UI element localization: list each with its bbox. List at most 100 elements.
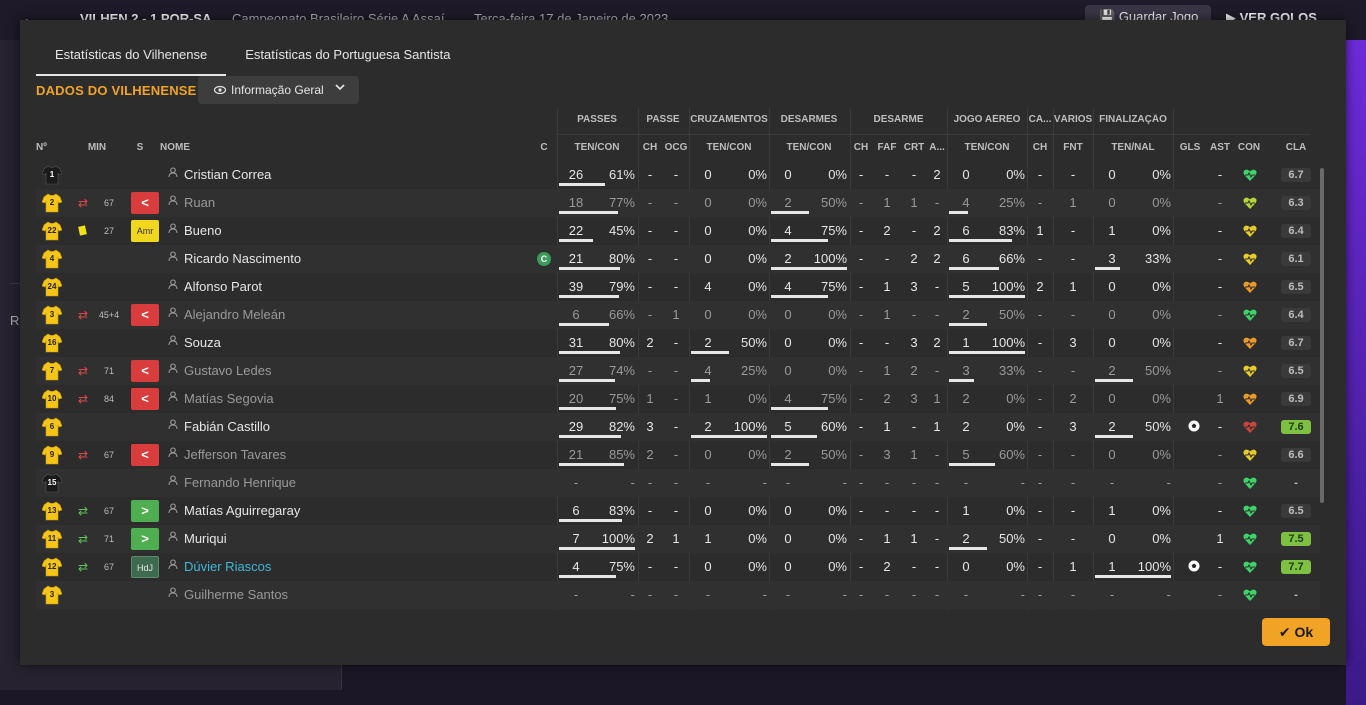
ok-button[interactable]: ✔ Ok bbox=[1262, 618, 1330, 646]
success-bar bbox=[771, 463, 809, 466]
stat-fnt: 3 bbox=[1069, 419, 1077, 434]
group-header-passes: PASSES bbox=[577, 114, 617, 125]
stat-percent: 0% bbox=[748, 503, 767, 518]
column-header-c[interactable]: C bbox=[536, 142, 552, 153]
player-name[interactable]: Muriqui bbox=[184, 525, 227, 553]
column-header-min[interactable]: MIN bbox=[78, 142, 116, 153]
column-header-gls[interactable]: GLS bbox=[1174, 142, 1206, 153]
player-name[interactable]: Alfonso Parot bbox=[184, 273, 262, 301]
success-bar bbox=[559, 547, 635, 550]
column-header-des-crt[interactable]: CRT bbox=[901, 142, 927, 153]
table-row[interactable]: 7 ⇄ 71 < Gustavo Ledes 27 74% - -4 25% 0 0% -1 2-3 33%… bbox=[36, 357, 1320, 385]
table-row[interactable]: 3 Guilherme Santos - - - - - - - - - - - - - - - - - - - - bbox=[36, 581, 1320, 609]
player-name[interactable]: Ricardo Nascimento bbox=[184, 245, 301, 273]
column-header-aer-tc[interactable]: TEN/CON bbox=[947, 142, 1027, 153]
column-header-cla[interactable]: CLA bbox=[1276, 142, 1316, 153]
player-name[interactable]: Fabián Castillo bbox=[184, 413, 270, 441]
stat-fouls: 1 bbox=[883, 419, 891, 434]
stat-attempts: 0 bbox=[784, 363, 792, 378]
table-row[interactable]: 9 ⇄ 67 < Jefferson Tavares 21 85% 2-0 0% 2 50% -3 1-… bbox=[36, 441, 1320, 469]
stat-fnt: - bbox=[1070, 587, 1076, 602]
column-header-des-faf[interactable]: FAF bbox=[873, 142, 901, 153]
player-name[interactable]: Matías Segovia bbox=[184, 385, 274, 413]
status-badge: < bbox=[131, 444, 159, 466]
stat-cards: - bbox=[911, 559, 917, 574]
condition-heart-icon bbox=[1243, 504, 1257, 518]
stat-percent: 0% bbox=[1152, 335, 1171, 350]
tab-away-stats[interactable]: Estatísticas do Portuguesa Santista bbox=[226, 42, 469, 76]
stat-attempts: 0 bbox=[962, 167, 970, 182]
column-header-des-ch[interactable]: CH bbox=[850, 142, 872, 153]
stat-percent: 0% bbox=[828, 335, 847, 350]
table-row[interactable]: 4 Ricardo Nascimento C 21 80% - -0 0% 2 100% - -2 2 6… bbox=[36, 245, 1320, 273]
column-header-pass-tc[interactable]: TEN/CON bbox=[557, 142, 637, 153]
stat-cards: - bbox=[911, 307, 917, 322]
player-name[interactable]: Alejandro Meleán bbox=[184, 301, 285, 329]
player-name[interactable]: Dúvier Riascos bbox=[184, 553, 271, 581]
column-header-var-fnt[interactable]: FNT bbox=[1053, 142, 1093, 153]
player-name[interactable]: Matías Aguirregaray bbox=[184, 497, 300, 525]
stat-percent: - bbox=[1020, 587, 1025, 602]
column-header-s[interactable]: S bbox=[132, 142, 148, 153]
stat-assists: 1 bbox=[1216, 531, 1224, 546]
player-name[interactable]: Souza bbox=[184, 329, 221, 357]
column-header-des-a[interactable]: A... bbox=[927, 142, 947, 153]
table-row[interactable]: 15 Fernando Henrique - - - - - - - - - - - - - - - - - - - - bbox=[36, 469, 1320, 497]
table-row[interactable]: 10 ⇄ 84 < Matías Segovia 20 75% 1-1 0% 4 75% -2 3 1 2 0… bbox=[36, 385, 1320, 413]
person-icon bbox=[167, 581, 179, 609]
column-header-ca-ch[interactable]: CH bbox=[1027, 142, 1053, 153]
stat-fouls: 3 bbox=[883, 447, 891, 462]
success-bar bbox=[559, 239, 593, 242]
player-name[interactable]: Jefferson Tavares bbox=[184, 441, 286, 469]
table-row[interactable]: 11 ⇄ 71 > Muriqui 7 100% 2 1 1 0% 0 0% -1 1-2 50% - -0 0% 1… bbox=[36, 525, 1320, 553]
stat-key-passes: - bbox=[647, 363, 653, 378]
stat-assists: 1 bbox=[1216, 391, 1224, 406]
substitution-icon: ⇄ bbox=[77, 196, 89, 210]
player-name[interactable]: Cristian Correa bbox=[184, 161, 271, 189]
stat-percent: 0% bbox=[748, 307, 767, 322]
left-panel-text: R bbox=[10, 313, 20, 328]
success-bar bbox=[949, 295, 1025, 298]
stat-attempts: 0 bbox=[704, 307, 712, 322]
table-row[interactable]: 12 ⇄ 67 HdJ Dúvier Riascos 4 75% - -0 0% 0 0% -2- -0 0… bbox=[36, 553, 1320, 581]
player-rating: 6.6 bbox=[1281, 448, 1311, 462]
column-header-nome[interactable]: NOME bbox=[160, 142, 220, 153]
table-row[interactable]: 3 ⇄ 45+4 < Alejandro Meleán 6 66% -1 0 0% 0 0% -1- -2… bbox=[36, 301, 1320, 329]
column-header-cruz-tc[interactable]: TEN/CON bbox=[689, 142, 769, 153]
condition-heart-icon bbox=[1243, 252, 1257, 266]
column-header-pass-ocg[interactable]: OCG bbox=[663, 142, 689, 153]
column-header-fin-tn[interactable]: TEN/NAL bbox=[1093, 142, 1173, 153]
stat-ca-ch: 1 bbox=[1036, 223, 1044, 238]
view-select[interactable]: Informação Geral bbox=[198, 76, 359, 104]
stat-fouls: - bbox=[884, 503, 890, 518]
table-row[interactable]: 16 Souza 31 80% 2-2 50% 0 0% - -3 2 1 100% -3 0 0% -6.7 bbox=[36, 329, 1320, 357]
player-name[interactable]: Guilherme Santos bbox=[184, 581, 288, 609]
stat-attempts: 0 bbox=[704, 503, 712, 518]
column-header-con[interactable]: CON bbox=[1234, 142, 1264, 153]
table-row[interactable]: 6 Fabián Castillo 29 82% 3-2 100% 5 60% -1-1 2 0% -… bbox=[36, 413, 1320, 441]
column-header-pass-ch[interactable]: CH bbox=[638, 142, 662, 153]
player-name[interactable]: Ruan bbox=[184, 189, 215, 217]
column-header-ast[interactable]: AST bbox=[1206, 142, 1234, 153]
stat-percent: 0% bbox=[1006, 167, 1025, 182]
table-row[interactable]: 1 Cristian Correa 26 61% - -0 0% 0 0% - - -2 0 0% - -0 0… bbox=[36, 161, 1320, 189]
captain-badge: C bbox=[537, 252, 551, 266]
success-bar bbox=[949, 379, 974, 382]
stat-other: 1 bbox=[933, 391, 941, 406]
stat-cards: 3 bbox=[910, 391, 918, 406]
player-name[interactable]: Bueno bbox=[184, 217, 222, 245]
table-row[interactable]: 24 Alfonso Parot 39 79% - -4 0% 4 75% -1 3-5 100% 2 1… bbox=[36, 273, 1320, 301]
player-name[interactable]: Gustavo Ledes bbox=[184, 357, 271, 385]
stat-attempts: 2 bbox=[962, 419, 970, 434]
table-scrollbar[interactable] bbox=[1320, 168, 1324, 503]
table-row[interactable]: 22 27 Amr Bueno 22 45% - -0 0% 4 75% -2-2 6 83% 1-1 0% -… bbox=[36, 217, 1320, 245]
column-header-des-tc[interactable]: TEN/CON bbox=[769, 142, 849, 153]
player-name[interactable]: Fernando Henrique bbox=[184, 469, 296, 497]
tab-home-stats[interactable]: Estatísticas do Vilhenense bbox=[36, 42, 227, 76]
table-row[interactable]: 2 ⇄ 67 < Ruan 18 77% - -0 0% 2 50% -1 1-4 25% -1 0 0% -6.3 bbox=[36, 189, 1320, 217]
stat-other: - bbox=[934, 559, 940, 574]
table-row[interactable]: 13 ⇄ 67 > Matías Aguirregaray 6 83% - -0 0% 0 0% - - -… bbox=[36, 497, 1320, 525]
column-header-num[interactable]: Nº bbox=[36, 142, 56, 153]
stat-attempts: 0 bbox=[704, 251, 712, 266]
stat-percent: 0% bbox=[828, 559, 847, 574]
